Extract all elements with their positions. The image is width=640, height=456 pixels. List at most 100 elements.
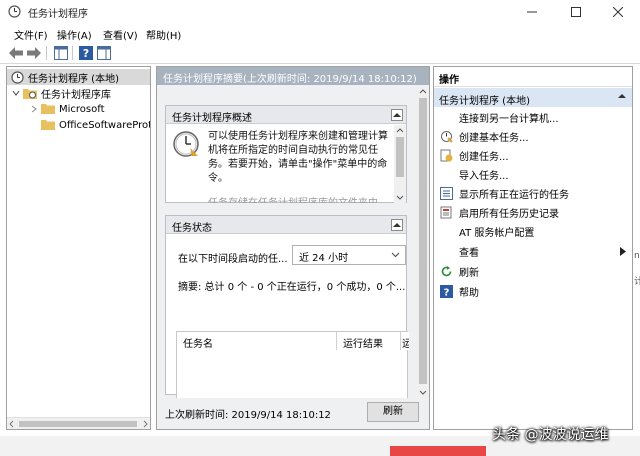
action-label: 创建基本任务...: [459, 133, 529, 144]
action-label: AT 服务帐户配置: [459, 228, 535, 239]
menu-file[interactable]: 文件(F): [14, 27, 48, 42]
summary-footer: 上次刷新时间: 2019/9/14 18:10:12 刷新: [157, 398, 429, 429]
edge-char: ne: [634, 251, 640, 261]
clock-large-icon: [172, 130, 200, 161]
action-label: 查看: [459, 248, 479, 259]
navigation-tree: 任务计划程序 (本地) 任务计划程序库 Microsoft OfficeSoft…: [6, 66, 151, 430]
title-bar: 任务计划程序: [0, 0, 640, 24]
tree-item-label: OfficeSoftwareProte: [59, 119, 151, 131]
show-tree-icon[interactable]: [53, 45, 69, 61]
clock-icon: [10, 70, 24, 84]
overview-title-text: 任务计划程序概述: [172, 113, 252, 124]
collapse-up-icon[interactable]: [618, 92, 626, 103]
action-label: 刷新: [459, 268, 479, 279]
background-window-edge: ne 计: [634, 250, 640, 288]
menu-action[interactable]: 操作(A): [57, 27, 92, 42]
edge-char: 计: [634, 277, 640, 287]
folder-icon: [41, 102, 55, 116]
column-run[interactable]: 运: [401, 332, 409, 350]
status-title-text: 任务状态: [172, 223, 212, 234]
toolbar-separator: [72, 46, 73, 60]
refresh-button[interactable]: 刷新: [367, 402, 419, 422]
task-table: 任务名 运行结果 运: [176, 331, 409, 401]
column-run-result[interactable]: 运行结果: [337, 332, 401, 350]
tree-item-local[interactable]: 任务计划程序 (本地): [7, 69, 150, 85]
action-enable-history[interactable]: 启用所有任务历史记录: [434, 203, 632, 222]
help-icon[interactable]: ?: [78, 45, 94, 61]
summary-header: 任务计划程序摘要(上次刷新时间: 2019/9/14 18:10:12): [157, 67, 429, 85]
action-label: 连接到另一台计算机...: [459, 114, 559, 125]
forward-arrow-icon[interactable]: [26, 45, 42, 61]
action-connect-computer[interactable]: 连接到另一台计算机...: [434, 108, 632, 127]
overview-description: 可以使用任务计划程序来创建和管理计算机将在所指定的时间自动执行的常见任务。若要开…: [208, 131, 388, 184]
chevron-down-icon[interactable]: [11, 86, 21, 100]
history-icon: [439, 206, 453, 220]
action-create-task[interactable]: 创建任务...: [434, 146, 632, 165]
collapse-up-icon[interactable]: [391, 109, 403, 121]
action-label: 帮助: [459, 288, 479, 299]
actions-pane: 操作 任务计划程序 (本地) 连接到另一台计算机... 创建基本任务... 创建…: [433, 66, 633, 430]
column-task-name[interactable]: 任务名: [177, 332, 337, 350]
menu-help[interactable]: 帮助(H): [146, 27, 181, 42]
tree-item-label: 任务计划程序库: [41, 89, 111, 101]
action-show-running-tasks[interactable]: 显示所有正在运行的任务: [434, 184, 632, 203]
period-dropdown-value: 近 24 小时: [299, 253, 349, 264]
clock-icon: [8, 5, 21, 18]
window-title: 任务计划程序: [28, 9, 88, 20]
horizontal-scrollbar[interactable]: [7, 417, 150, 429]
refresh-icon: [439, 265, 453, 279]
overview-scrollbar[interactable]: [394, 125, 406, 203]
tree-item-library[interactable]: 任务计划程序库: [11, 85, 111, 101]
svg-text:?: ?: [443, 288, 449, 299]
status-summary: 摘要: 总计 0 个 - 0 个正在运行，0 个成功，0 个...: [178, 282, 406, 293]
action-help[interactable]: ? 帮助: [434, 282, 632, 301]
wizard-icon: [439, 130, 453, 144]
blank-icon: [439, 245, 453, 259]
menu-bar: 文件(F) 操作(A) 查看(V) 帮助(H): [0, 24, 640, 42]
overview-description-more: 任务存储在任务计划程序库的文件夹中: [208, 194, 394, 203]
action-import-task[interactable]: 导入任务...: [434, 165, 632, 184]
chevron-down-icon: [391, 250, 400, 262]
action-label: 显示所有正在运行的任务: [459, 190, 569, 201]
toolbar: ?: [0, 42, 640, 64]
library-folder-icon: [23, 86, 37, 100]
period-dropdown[interactable]: 近 24 小时: [292, 245, 406, 265]
period-label: 在以下时间段启动的任...: [178, 254, 288, 265]
tree-item-microsoft[interactable]: Microsoft: [29, 101, 105, 117]
blank-icon: [439, 168, 453, 182]
tree-item-officesoftwareprotection[interactable]: OfficeSoftwareProte: [41, 117, 151, 133]
tree-item-label: 任务计划程序 (本地): [28, 73, 119, 85]
scrollbar-thumb[interactable]: [396, 137, 404, 177]
action-view[interactable]: 查看: [434, 242, 632, 261]
show-actions-icon[interactable]: [96, 45, 112, 61]
action-create-basic-task[interactable]: 创建基本任务...: [434, 127, 632, 146]
red-bar: [390, 446, 486, 456]
action-at-service-config[interactable]: AT 服务帐户配置: [434, 222, 632, 241]
maximize-button[interactable]: [556, 0, 596, 24]
toolbar-separator: [46, 46, 47, 60]
action-refresh[interactable]: 刷新: [434, 262, 632, 281]
minimize-button[interactable]: [512, 0, 552, 24]
chevron-right-icon[interactable]: [29, 102, 39, 116]
close-button[interactable]: [598, 0, 638, 24]
scrollbar-thumb[interactable]: [419, 98, 427, 384]
blank-icon: [439, 225, 453, 239]
summary-scrollbar[interactable]: [417, 86, 429, 398]
blank-icon: [439, 111, 453, 125]
actions-group-header[interactable]: 任务计划程序 (本地): [434, 88, 632, 107]
overview-section-title: 任务计划程序概述: [166, 106, 406, 124]
help-icon: ?: [439, 285, 453, 299]
watermark-text: 头条 @波波说运维: [492, 427, 609, 443]
actions-group-label: 任务计划程序 (本地): [439, 96, 530, 107]
actions-title: 操作: [434, 67, 632, 87]
task-status-section: 任务状态 在以下时间段启动的任... 近 24 小时 摘要: 总计 0 个 - …: [165, 215, 409, 401]
summary-pane: 任务计划程序摘要(上次刷新时间: 2019/9/14 18:10:12) 任务计…: [156, 66, 430, 430]
action-label: 导入任务...: [459, 171, 509, 182]
task-icon: [439, 149, 453, 163]
status-section-title: 任务状态: [166, 216, 406, 234]
menu-view[interactable]: 查看(V): [103, 27, 138, 42]
chevron-right-icon: [620, 247, 626, 259]
back-arrow-icon[interactable]: [8, 45, 24, 61]
folder-icon: [41, 118, 55, 132]
collapse-up-icon[interactable]: [391, 219, 403, 231]
